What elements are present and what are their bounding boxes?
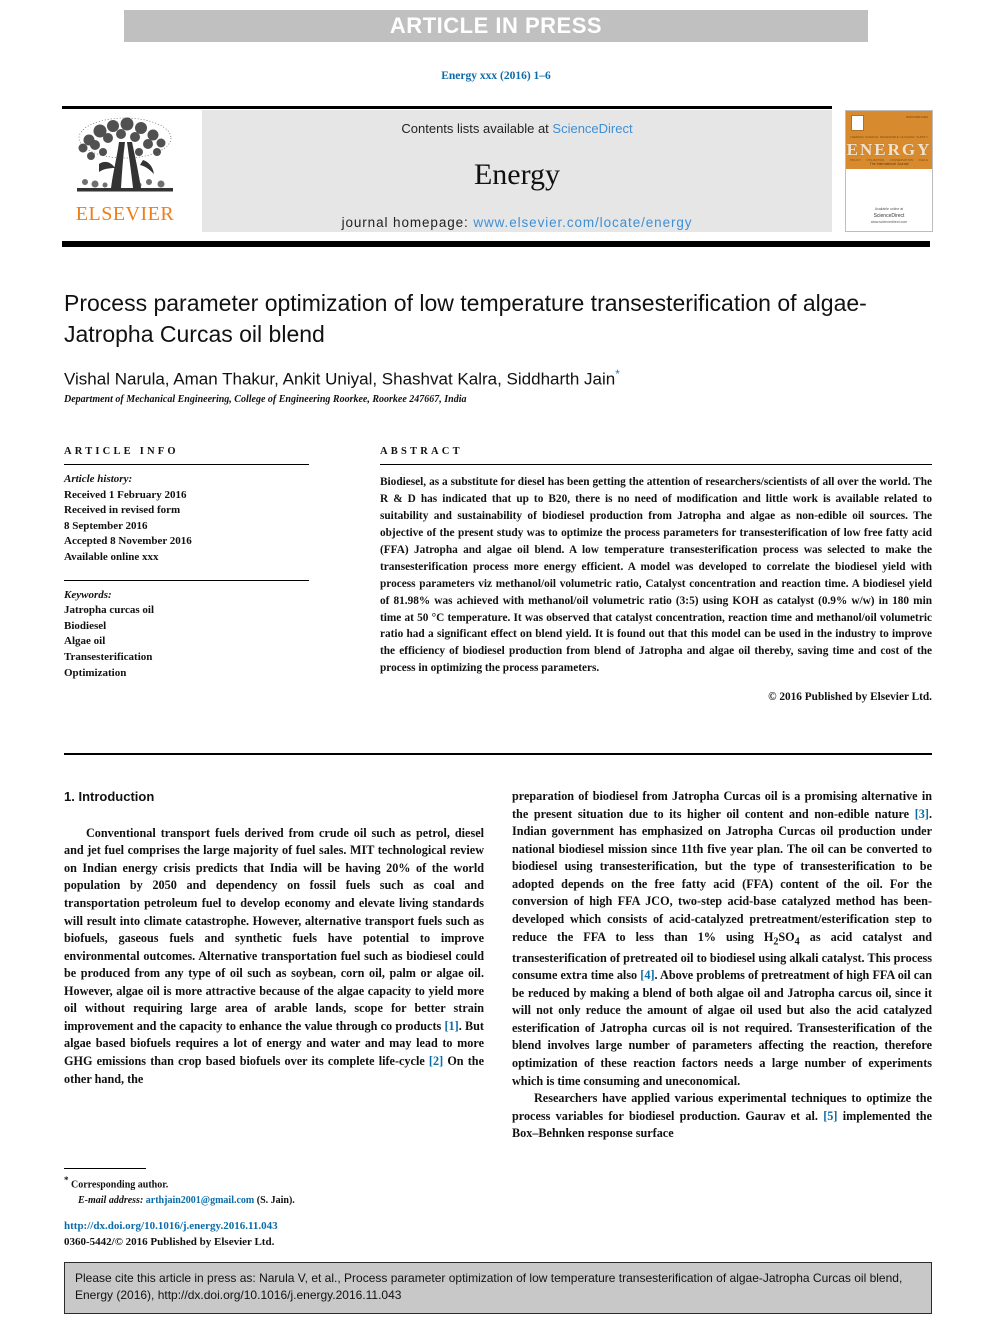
cover-logo-square bbox=[851, 115, 864, 131]
cover-topic: SUPPLY bbox=[916, 135, 928, 139]
cover-lower-panel: Available online at ScienceDirect www.sc… bbox=[846, 169, 932, 231]
keyword-item: Biodiesel bbox=[64, 619, 107, 632]
article-info-column: ARTICLE INFO Article history: Received 1… bbox=[64, 446, 309, 681]
reference-link-4[interactable]: [4] bbox=[640, 968, 654, 982]
paragraph-text: preparation of biodiesel from Jatropha C… bbox=[512, 789, 932, 821]
elsevier-wordmark: ELSEVIER bbox=[75, 203, 175, 225]
keyword-item: Algae oil bbox=[64, 635, 106, 648]
history-line: Accepted 8 November 2016 bbox=[64, 535, 192, 548]
history-line: Available online xxx bbox=[64, 551, 159, 564]
corresponding-author-text: Corresponding author. bbox=[71, 1179, 169, 1191]
abstract-column: ABSTRACT Biodiesel, as a substitute for … bbox=[380, 446, 932, 703]
body-column-left: 1. Introduction Conventional transport f… bbox=[64, 788, 484, 1088]
doi-block: http://dx.doi.org/10.1016/j.energy.2016.… bbox=[64, 1219, 524, 1251]
citation-text: Please cite this article in press as: Na… bbox=[75, 1271, 903, 1303]
journal-cover-thumbnail: ISSN 0360-5442 THERMAL SCIENCE RENEWABLE… bbox=[845, 110, 933, 232]
paragraph-text: . Indian government has emphasized on Ja… bbox=[512, 806, 932, 944]
reference-link-3[interactable]: [3] bbox=[915, 807, 929, 821]
cover-topic: RENEWABLE bbox=[880, 135, 899, 139]
abstract-copyright: © 2016 Published by Elsevier Ltd. bbox=[768, 691, 932, 704]
article-history-label: Article history: bbox=[64, 473, 133, 485]
contents-lists-prefix: Contents lists available at bbox=[401, 121, 553, 136]
paragraph-text: . Above problems of pretreatment of high… bbox=[512, 968, 932, 1088]
body-paragraph: Researchers have applied various experim… bbox=[512, 1090, 932, 1143]
history-line: 8 September 2016 bbox=[64, 519, 148, 532]
footnote-rule bbox=[64, 1168, 146, 1170]
header-rule-bottom bbox=[62, 241, 930, 247]
abstract-heading: ABSTRACT bbox=[380, 446, 463, 457]
keyword-item: Jatropha curcas oil bbox=[64, 604, 155, 617]
cover-footer-line3: www.sciencedirect.com bbox=[870, 220, 908, 225]
running-head: Energy xxx (2016) 1–6 bbox=[441, 70, 551, 82]
reference-link-2[interactable]: [2] bbox=[429, 1054, 443, 1068]
doi-link[interactable]: http://dx.doi.org/10.1016/j.energy.2016.… bbox=[64, 1219, 524, 1235]
email-attribution: (S. Jain). bbox=[256, 1194, 295, 1206]
homepage-url[interactable]: www.elsevier.com/locate/energy bbox=[473, 215, 692, 230]
email-note: E-mail address: arthjain2001@gmail.com (… bbox=[64, 1193, 484, 1208]
corresponding-author-note: * Corresponding author. bbox=[64, 1174, 484, 1192]
cover-topic: THERMAL SCIENCE bbox=[850, 135, 879, 139]
author-names: Vishal Narula, Aman Thakur, Ankit Uniyal… bbox=[64, 369, 616, 389]
paragraph-text: SO bbox=[778, 929, 795, 944]
paragraph-text: Conventional transport fuels derived fro… bbox=[64, 825, 484, 1033]
elsevier-tree-icon bbox=[77, 117, 173, 192]
cover-footer-line2: ScienceDirect bbox=[873, 213, 905, 220]
cover-footer: Available online at ScienceDirect www.sc… bbox=[846, 207, 932, 226]
corresponding-author-marker: * bbox=[615, 367, 620, 381]
issn-copyright-line: 0360-5442/© 2016 Published by Elsevier L… bbox=[64, 1235, 275, 1248]
reference-link-1[interactable]: [1] bbox=[445, 1019, 459, 1033]
section-title-introduction: 1. Introduction bbox=[64, 789, 155, 804]
article-info-rule bbox=[64, 464, 309, 465]
elsevier-logo: ELSEVIER bbox=[62, 112, 188, 232]
author-list: Vishal Narula, Aman Thakur, Ankit Uniyal… bbox=[64, 367, 932, 390]
cover-issn: ISSN 0360-5442 bbox=[905, 115, 928, 119]
contents-lists-line: Contents lists available at ScienceDirec… bbox=[202, 121, 832, 136]
reference-link-5[interactable]: [5] bbox=[823, 1109, 837, 1123]
history-line: Received 1 February 2016 bbox=[64, 488, 187, 501]
keyword-item: Transesterification bbox=[64, 651, 153, 664]
keywords-block: Keywords: Jatropha curcas oil Biodiesel … bbox=[64, 588, 309, 682]
body-paragraph: Conventional transport fuels derived fro… bbox=[64, 825, 484, 1088]
email-link[interactable]: arthjain2001@gmail.com bbox=[146, 1195, 254, 1206]
abstract-section-divider bbox=[64, 753, 932, 755]
article-history-block: Article history: Received 1 February 201… bbox=[64, 472, 309, 566]
page-title: Process parameter optimization of low te… bbox=[64, 290, 867, 348]
citation-box: Please cite this article in press as: Na… bbox=[64, 1262, 932, 1314]
keywords-label: Keywords: bbox=[64, 588, 112, 601]
article-info-heading: ARTICLE INFO bbox=[64, 446, 179, 457]
cover-header-band: ISSN 0360-5442 THERMAL SCIENCE RENEWABLE… bbox=[846, 111, 932, 169]
homepage-prefix: journal homepage: bbox=[341, 215, 474, 230]
affiliation: Department of Mechanical Engineering, Co… bbox=[64, 394, 467, 405]
keywords-rule bbox=[64, 579, 309, 581]
footnote-marker: * bbox=[64, 1175, 69, 1186]
cover-subtitle: The International Journal bbox=[869, 162, 909, 166]
body-paragraph: preparation of biodiesel from Jatropha C… bbox=[512, 788, 932, 1090]
cover-topics-row-1: THERMAL SCIENCE RENEWABLE NUCLEAR SUPPLY bbox=[850, 135, 928, 139]
journal-homepage-line: journal homepage: www.elsevier.com/locat… bbox=[202, 215, 832, 230]
email-label: E-mail address: bbox=[78, 1194, 144, 1206]
journal-header-panel: Contents lists available at ScienceDirec… bbox=[202, 110, 832, 232]
sciencedirect-link[interactable]: ScienceDirect bbox=[552, 121, 632, 136]
cover-topic: NUCLEAR bbox=[900, 135, 915, 139]
journal-title: Energy bbox=[473, 158, 561, 191]
keyword-item: Optimization bbox=[64, 666, 127, 679]
article-in-press-banner: ARTICLE IN PRESS bbox=[124, 10, 868, 42]
header-rule-top bbox=[62, 106, 832, 109]
abstract-text: Biodiesel, as a substitute for diesel ha… bbox=[380, 476, 932, 675]
abstract-rule bbox=[380, 464, 932, 465]
body-column-right: preparation of biodiesel from Jatropha C… bbox=[512, 788, 932, 1143]
cover-title: ENERGY bbox=[846, 140, 932, 159]
footnote-block: * Corresponding author. E-mail address: … bbox=[64, 1168, 484, 1208]
article-in-press-label: ARTICLE IN PRESS bbox=[389, 13, 603, 38]
history-line: Received in revised form bbox=[64, 504, 181, 517]
